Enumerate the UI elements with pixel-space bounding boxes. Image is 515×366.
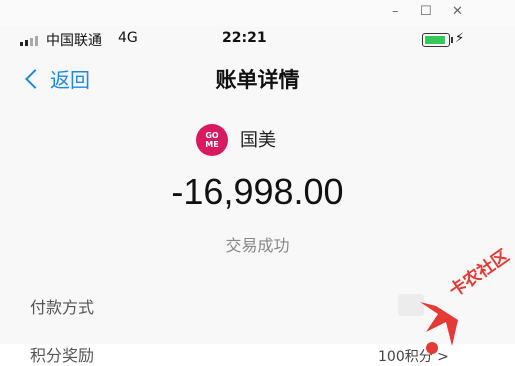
- window-titlebar: – ☐ ✕: [0, 0, 515, 27]
- transaction-amount: -16,998.00: [171, 171, 344, 212]
- merchant-logo: GO ME: [196, 124, 228, 156]
- charging-icon: ⚡: [455, 31, 465, 46]
- transaction-status: 交易成功: [225, 236, 290, 255]
- minimize-button[interactable]: –: [392, 4, 399, 19]
- maximize-button[interactable]: ☐: [420, 4, 432, 19]
- payment-method-label: 付款方式: [30, 298, 95, 317]
- battery-icon: [422, 33, 453, 47]
- merchant-name: 国美: [240, 130, 276, 151]
- page-title: 账单详情: [215, 68, 300, 92]
- status-bar: 中国联通 4G 22:21 ⚡: [0, 26, 515, 54]
- clock: 22:21: [222, 30, 267, 46]
- navigation-bar: 返回 账单详情: [0, 54, 515, 100]
- network-type: 4G: [118, 30, 138, 46]
- carrier-name: 中国联通: [46, 33, 102, 49]
- bonus-label: 积分奖励: [30, 346, 95, 365]
- close-button[interactable]: ✕: [452, 4, 463, 19]
- phone-screen: 中国联通 4G 22:21 ⚡ 返回 账单详情 GO ME 国美 -16,998.…: [0, 26, 515, 365]
- signal-icon: [20, 36, 42, 46]
